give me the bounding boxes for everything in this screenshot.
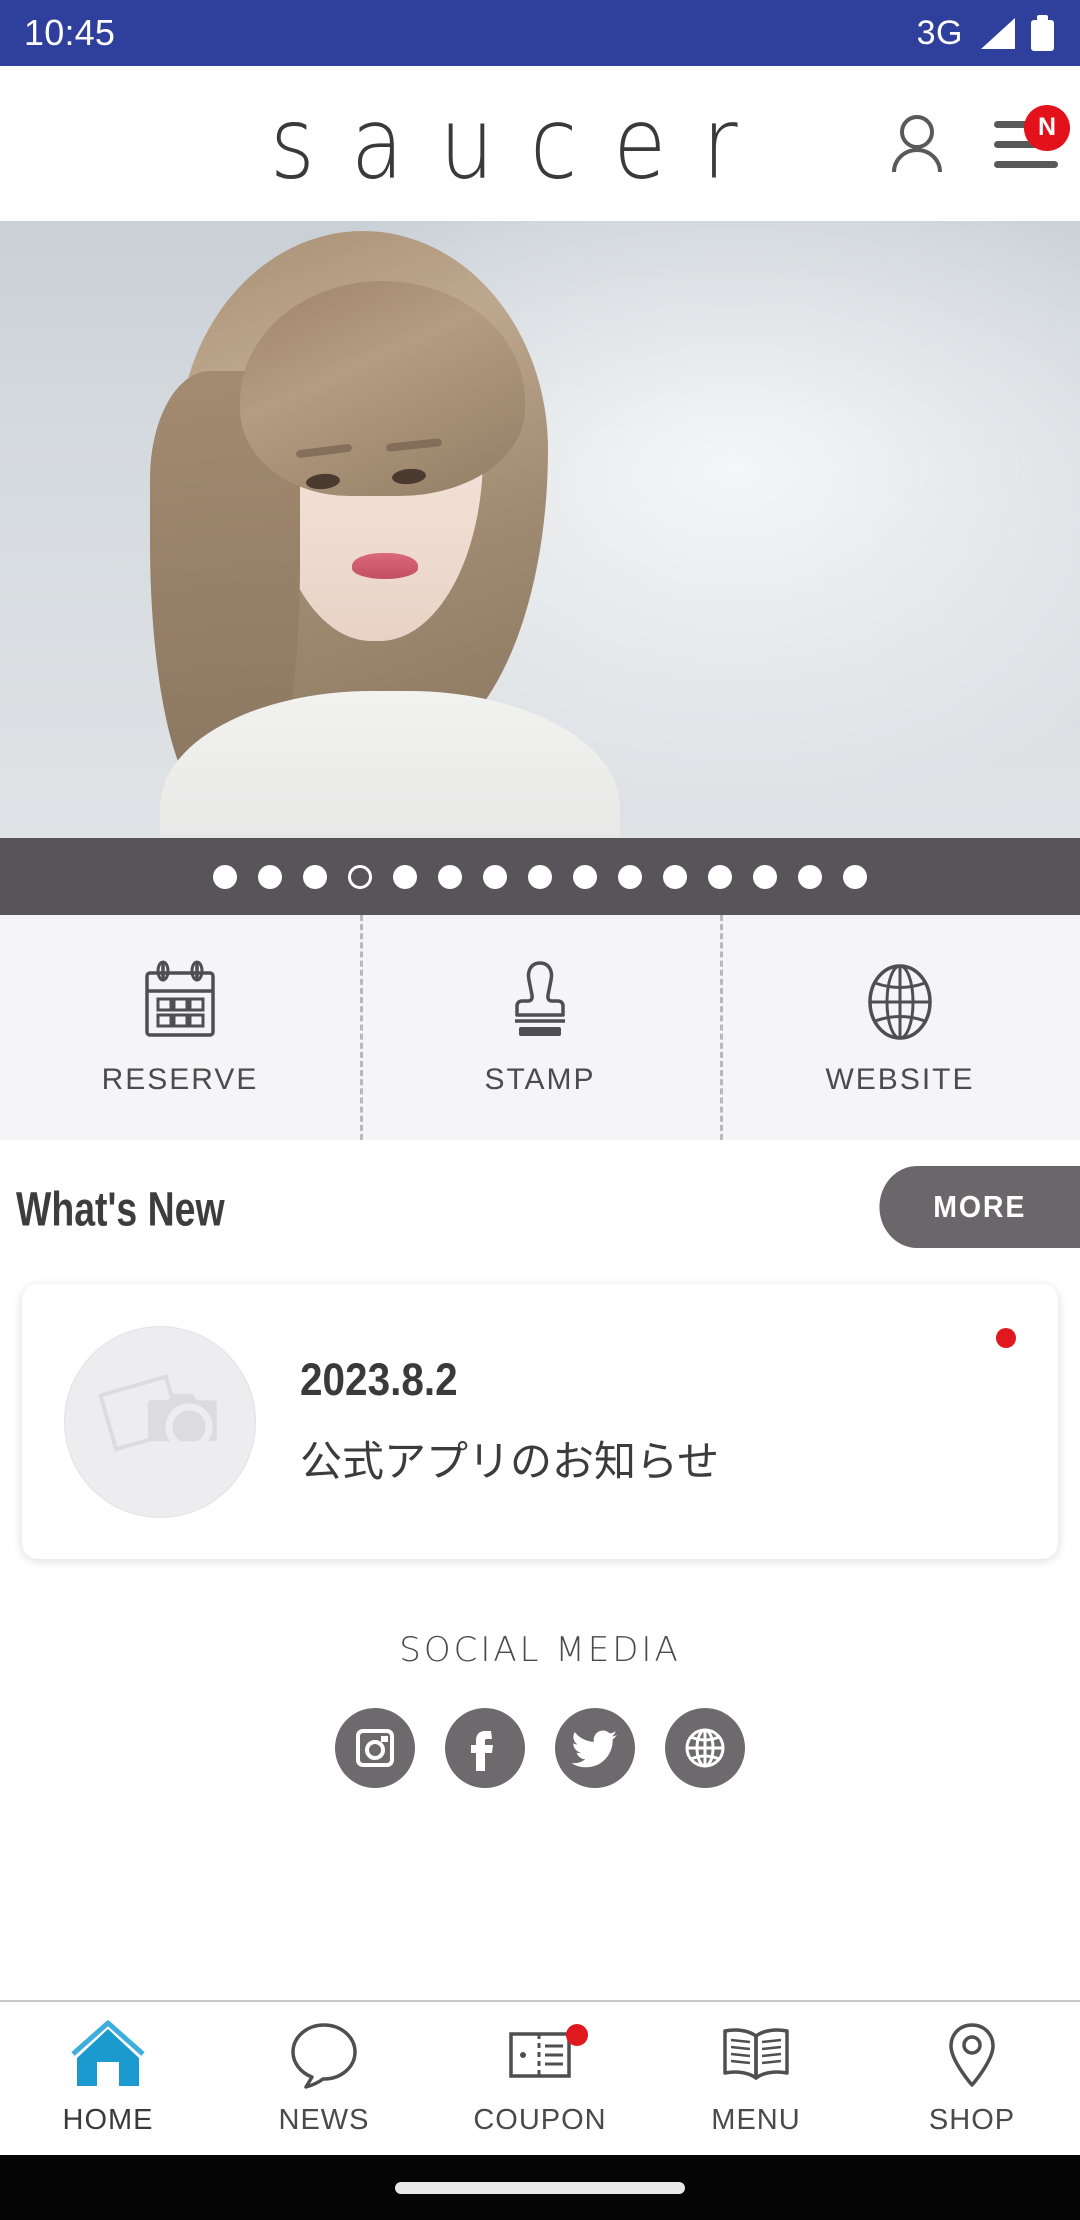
- carousel-dot-active[interactable]: [348, 864, 372, 889]
- app-screen: 10:45 3G s a u c e r N RESERVE STAMP WEB…: [0, 0, 1080, 2220]
- carousel-dot[interactable]: [258, 864, 282, 889]
- coupon-notification-badge: [566, 2024, 588, 2046]
- logo-letter: s: [270, 86, 351, 201]
- carousel-dot[interactable]: [303, 864, 327, 889]
- news-unread-badge: [996, 1328, 1016, 1348]
- carousel-dot[interactable]: [483, 864, 507, 889]
- instagram-icon: [356, 1729, 394, 1767]
- nav-label: NEWS: [278, 2104, 370, 2136]
- section-title: What's New: [16, 1183, 225, 1237]
- news-list-item[interactable]: 2023.8.2 公式アプリのお知らせ: [22, 1284, 1058, 1559]
- carousel-dot[interactable]: [618, 864, 642, 889]
- carousel-dot[interactable]: [393, 864, 417, 889]
- nav-item-menu[interactable]: MENU: [648, 2002, 864, 2155]
- carousel-dot[interactable]: [708, 864, 732, 889]
- nav-item-shop[interactable]: SHOP: [864, 2002, 1080, 2155]
- quick-action-bar: RESERVE STAMP WEBSITE: [0, 915, 1080, 1140]
- news-date: 2023.8.2: [300, 1354, 458, 1405]
- news-title: 公式アプリのお知らせ: [300, 1437, 720, 1486]
- open-book-icon: [723, 2028, 789, 2080]
- whats-new-section-header: What's New MORE: [0, 1140, 1080, 1280]
- hamburger-menu-icon[interactable]: N: [994, 104, 1070, 168]
- stamp-icon: [515, 960, 565, 1036]
- status-time: 10:45: [24, 12, 116, 53]
- speech-bubble-icon: [291, 2023, 357, 2089]
- signal-bars-icon: [981, 17, 1015, 49]
- logo-letter: e: [613, 86, 703, 201]
- social-link-facebook[interactable]: [445, 1708, 525, 1788]
- quick-action-stamp[interactable]: STAMP: [360, 915, 720, 1140]
- social-media-section: SOCIAL MEDIA: [0, 1600, 1080, 1860]
- gesture-handle[interactable]: [395, 2181, 685, 2194]
- menu-notification-badge: N: [1024, 104, 1070, 151]
- carousel-indicator-bar: [0, 838, 1080, 915]
- social-link-instagram[interactable]: [335, 1708, 415, 1788]
- nav-item-home[interactable]: HOME: [0, 2002, 216, 2155]
- nav-label: COUPON: [473, 2104, 607, 2136]
- system-gesture-bar: [0, 2155, 1080, 2220]
- nav-label: HOME: [62, 2104, 154, 2136]
- globe-icon: [868, 963, 932, 1040]
- hero-carousel-image[interactable]: [0, 221, 1080, 838]
- nav-label: SHOP: [928, 2104, 1016, 2136]
- twitter-icon: [571, 1730, 618, 1768]
- person-icon[interactable]: [890, 114, 944, 174]
- brand-logo[interactable]: s a u c e r: [270, 86, 774, 201]
- header-actions: N: [890, 104, 1070, 174]
- calendar-icon: [145, 960, 215, 1037]
- quick-action-label: RESERVE: [101, 1062, 259, 1096]
- nav-item-news[interactable]: NEWS: [216, 2002, 432, 2155]
- carousel-dot[interactable]: [843, 864, 867, 889]
- status-bar: 10:45 3G: [0, 0, 1080, 66]
- model-lips: [352, 553, 418, 579]
- nav-item-coupon[interactable]: COUPON: [432, 2002, 648, 2155]
- quick-action-website[interactable]: WEBSITE: [720, 915, 1080, 1140]
- nav-label: MENU: [711, 2104, 801, 2136]
- logo-letter: a: [350, 86, 440, 201]
- carousel-dot[interactable]: [528, 864, 552, 889]
- news-text: 2023.8.2 公式アプリのお知らせ: [300, 1354, 719, 1489]
- globe-icon: [685, 1728, 725, 1768]
- bottom-navigation-bar: HOME NEWS COUPON MENU SHOP: [0, 2000, 1080, 2155]
- battery-full-icon: [1031, 15, 1054, 51]
- photo-camera-placeholder-icon: [98, 1373, 217, 1452]
- location-pin-icon: [949, 2023, 995, 2087]
- carousel-dot[interactable]: [213, 864, 237, 889]
- social-link-website[interactable]: [665, 1708, 745, 1788]
- logo-letter: r: [702, 86, 774, 201]
- logo-letter: u: [439, 86, 531, 201]
- social-link-twitter[interactable]: [555, 1708, 635, 1788]
- news-thumbnail: [64, 1325, 256, 1518]
- carousel-dot[interactable]: [438, 864, 462, 889]
- social-media-links: [335, 1708, 745, 1788]
- carousel-dot[interactable]: [798, 864, 822, 889]
- quick-action-reserve[interactable]: RESERVE: [0, 915, 360, 1140]
- facebook-icon: [471, 1731, 493, 1771]
- home-icon: [71, 2020, 145, 2086]
- status-indicators: 3G: [917, 14, 1054, 53]
- carousel-dot[interactable]: [663, 864, 687, 889]
- carousel-dot[interactable]: [753, 864, 777, 889]
- carousel-dot[interactable]: [573, 864, 597, 889]
- social-media-title: SOCIAL MEDIA: [399, 1630, 681, 1670]
- app-header: s a u c e r N: [0, 66, 1080, 221]
- network-type-label: 3G: [916, 13, 963, 52]
- quick-action-label: STAMP: [484, 1062, 596, 1096]
- more-button[interactable]: MORE: [879, 1166, 1080, 1248]
- logo-letter: c: [530, 86, 614, 201]
- quick-action-label: WEBSITE: [825, 1062, 975, 1096]
